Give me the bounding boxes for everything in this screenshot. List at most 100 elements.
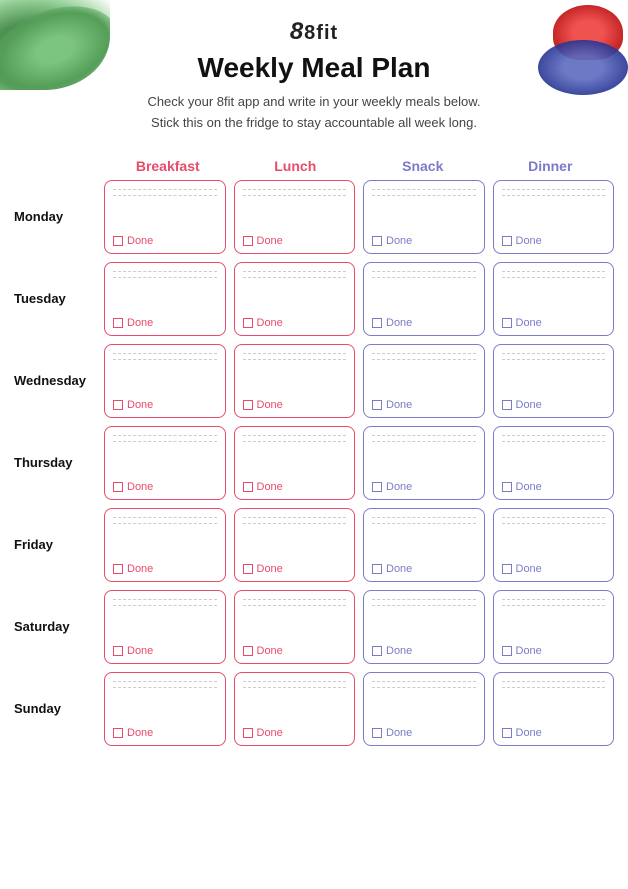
done-checkbox[interactable] xyxy=(372,728,382,738)
done-checkbox[interactable] xyxy=(113,236,123,246)
done-row[interactable]: Done xyxy=(502,563,606,575)
done-checkbox[interactable] xyxy=(243,400,253,410)
done-row[interactable]: Done xyxy=(113,563,217,575)
done-checkbox[interactable] xyxy=(502,318,512,328)
done-row[interactable]: Done xyxy=(502,727,606,739)
done-checkbox[interactable] xyxy=(243,728,253,738)
meal-cell-tuesday-snack[interactable]: Done xyxy=(363,262,485,336)
done-checkbox[interactable] xyxy=(243,564,253,574)
meal-cells: Done Done Done Done xyxy=(104,180,614,254)
done-checkbox[interactable] xyxy=(502,564,512,574)
meal-cell-wednesday-snack[interactable]: Done xyxy=(363,344,485,418)
done-row[interactable]: Done xyxy=(372,563,476,575)
meal-cell-saturday-dinner[interactable]: Done xyxy=(493,590,615,664)
done-row[interactable]: Done xyxy=(243,317,347,329)
done-label: Done xyxy=(257,481,283,493)
done-row[interactable]: Done xyxy=(372,727,476,739)
done-checkbox[interactable] xyxy=(243,318,253,328)
meal-cell-sunday-breakfast[interactable]: Done xyxy=(104,672,226,746)
done-checkbox[interactable] xyxy=(113,400,123,410)
done-row[interactable]: Done xyxy=(502,235,606,247)
done-checkbox[interactable] xyxy=(372,318,382,328)
done-row[interactable]: Done xyxy=(113,399,217,411)
logo-fit: 8fit xyxy=(304,22,338,44)
done-checkbox[interactable] xyxy=(243,482,253,492)
done-checkbox[interactable] xyxy=(372,646,382,656)
done-checkbox[interactable] xyxy=(372,400,382,410)
done-row[interactable]: Done xyxy=(372,235,476,247)
done-label: Done xyxy=(516,317,542,329)
done-row[interactable]: Done xyxy=(243,481,347,493)
done-checkbox[interactable] xyxy=(502,728,512,738)
meal-cell-friday-snack[interactable]: Done xyxy=(363,508,485,582)
done-checkbox[interactable] xyxy=(502,646,512,656)
done-checkbox[interactable] xyxy=(372,236,382,246)
done-row[interactable]: Done xyxy=(113,317,217,329)
done-label: Done xyxy=(386,481,412,493)
done-checkbox[interactable] xyxy=(372,482,382,492)
meal-cell-wednesday-dinner[interactable]: Done xyxy=(493,344,615,418)
done-label: Done xyxy=(386,317,412,329)
meal-cell-saturday-breakfast[interactable]: Done xyxy=(104,590,226,664)
meal-cell-wednesday-breakfast[interactable]: Done xyxy=(104,344,226,418)
dashed-line xyxy=(372,517,476,518)
done-row[interactable]: Done xyxy=(502,399,606,411)
meal-cell-thursday-dinner[interactable]: Done xyxy=(493,426,615,500)
meal-cell-sunday-snack[interactable]: Done xyxy=(363,672,485,746)
page-title: Weekly Meal Plan xyxy=(0,52,628,84)
meal-cell-thursday-breakfast[interactable]: Done xyxy=(104,426,226,500)
done-row[interactable]: Done xyxy=(243,235,347,247)
meal-cell-monday-breakfast[interactable]: Done xyxy=(104,180,226,254)
meal-cell-sunday-lunch[interactable]: Done xyxy=(234,672,356,746)
done-checkbox[interactable] xyxy=(243,236,253,246)
done-label: Done xyxy=(127,235,153,247)
dashed-line xyxy=(372,435,476,436)
meal-cell-thursday-snack[interactable]: Done xyxy=(363,426,485,500)
meal-cells: Done Done Done Done xyxy=(104,672,614,746)
done-row[interactable]: Done xyxy=(113,481,217,493)
dashed-line xyxy=(113,277,217,278)
done-checkbox[interactable] xyxy=(502,236,512,246)
dashed-lines xyxy=(372,517,476,524)
done-row[interactable]: Done xyxy=(502,645,606,657)
done-row[interactable]: Done xyxy=(243,645,347,657)
meal-cell-saturday-snack[interactable]: Done xyxy=(363,590,485,664)
done-row[interactable]: Done xyxy=(243,399,347,411)
done-checkbox[interactable] xyxy=(113,728,123,738)
done-checkbox[interactable] xyxy=(113,646,123,656)
done-row[interactable]: Done xyxy=(372,399,476,411)
meal-cell-monday-lunch[interactable]: Done xyxy=(234,180,356,254)
done-row[interactable]: Done xyxy=(372,317,476,329)
meal-cell-sunday-dinner[interactable]: Done xyxy=(493,672,615,746)
done-row[interactable]: Done xyxy=(372,481,476,493)
done-checkbox[interactable] xyxy=(502,482,512,492)
done-checkbox[interactable] xyxy=(113,482,123,492)
meal-cell-thursday-lunch[interactable]: Done xyxy=(234,426,356,500)
done-row[interactable]: Done xyxy=(502,481,606,493)
meal-cell-tuesday-breakfast[interactable]: Done xyxy=(104,262,226,336)
done-checkbox[interactable] xyxy=(372,564,382,574)
done-checkbox[interactable] xyxy=(113,318,123,328)
meal-cell-friday-dinner[interactable]: Done xyxy=(493,508,615,582)
done-checkbox[interactable] xyxy=(113,564,123,574)
meal-cell-friday-breakfast[interactable]: Done xyxy=(104,508,226,582)
done-row[interactable]: Done xyxy=(243,727,347,739)
done-row[interactable]: Done xyxy=(113,727,217,739)
meal-cell-monday-snack[interactable]: Done xyxy=(363,180,485,254)
done-row[interactable]: Done xyxy=(502,317,606,329)
done-checkbox[interactable] xyxy=(502,400,512,410)
meal-cell-tuesday-lunch[interactable]: Done xyxy=(234,262,356,336)
done-row[interactable]: Done xyxy=(113,645,217,657)
meal-cell-saturday-lunch[interactable]: Done xyxy=(234,590,356,664)
done-label: Done xyxy=(386,235,412,247)
dashed-lines xyxy=(243,271,347,278)
meal-cell-monday-dinner[interactable]: Done xyxy=(493,180,615,254)
done-row[interactable]: Done xyxy=(243,563,347,575)
meal-cell-tuesday-dinner[interactable]: Done xyxy=(493,262,615,336)
done-checkbox[interactable] xyxy=(243,646,253,656)
done-row[interactable]: Done xyxy=(113,235,217,247)
meal-cell-wednesday-lunch[interactable]: Done xyxy=(234,344,356,418)
meal-cell-friday-lunch[interactable]: Done xyxy=(234,508,356,582)
done-label: Done xyxy=(127,481,153,493)
done-row[interactable]: Done xyxy=(372,645,476,657)
